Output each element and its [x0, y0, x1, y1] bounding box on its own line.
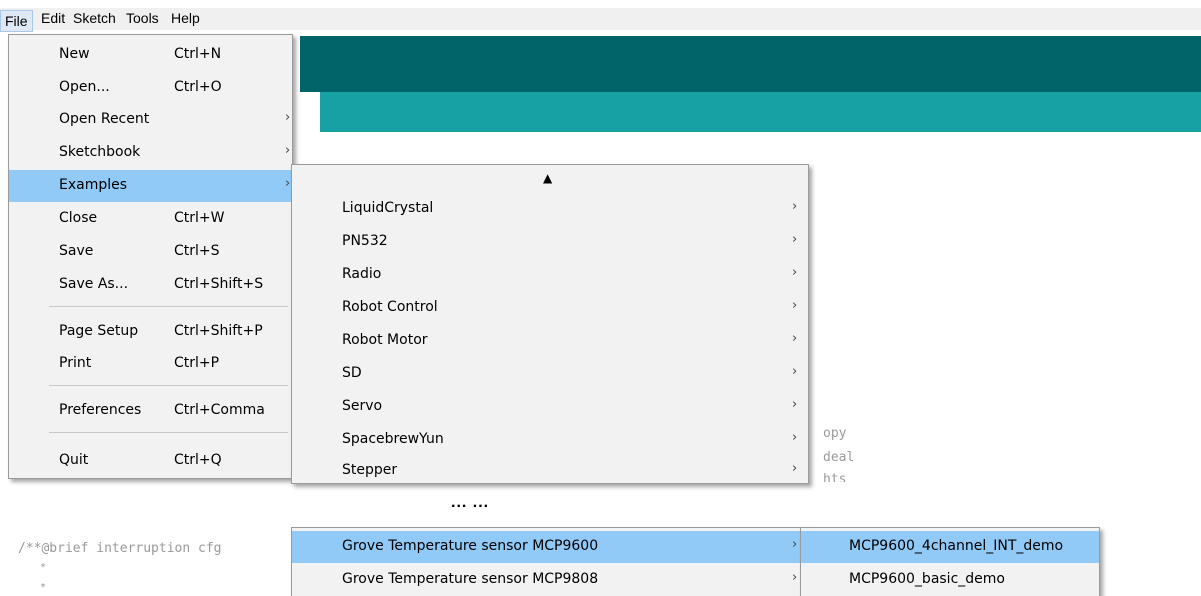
- chevron-right-icon: ›: [792, 537, 798, 552]
- menu-file[interactable]: File: [0, 10, 33, 32]
- menu-item-label: Examples: [59, 177, 128, 193]
- file-menu-page-setup[interactable]: Page Setup Ctrl+Shift+P: [9, 316, 292, 348]
- scroll-up-icon[interactable]: ▲: [543, 171, 552, 185]
- menu-item-label: Stepper: [342, 462, 398, 478]
- file-menu-close[interactable]: Close Ctrl+W: [9, 203, 292, 235]
- file-menu-sketchbook[interactable]: Sketchbook ›: [9, 137, 292, 169]
- menu-item-label: Radio: [342, 266, 382, 282]
- chevron-right-icon: ›: [792, 265, 798, 280]
- menu-item-label: Page Setup: [59, 323, 139, 339]
- menu-item-shortcut: Ctrl+S: [174, 243, 220, 259]
- menu-item-label: New: [59, 46, 90, 62]
- examples-item-servo[interactable]: Servo ›: [292, 391, 808, 423]
- chevron-right-icon: ›: [792, 199, 798, 214]
- menu-item-label: Save As...: [59, 276, 129, 292]
- menu-item-label: Robot Motor: [342, 332, 428, 348]
- code-fragment-1: opy: [823, 426, 847, 441]
- menu-item-shortcut: Ctrl+Shift+P: [174, 323, 263, 339]
- mcp9600-item-basic-demo[interactable]: MCP9600_basic_demo: [801, 564, 1099, 596]
- menu-file-label: File: [5, 13, 28, 29]
- examples-item-grove-mcp9600[interactable]: Grove Temperature sensor MCP9600 ›: [292, 531, 808, 563]
- examples-item-sd[interactable]: SD ›: [292, 358, 808, 390]
- menu-item-label: PN532: [342, 233, 388, 249]
- menu-separator: [49, 432, 288, 433]
- examples-submenu-lower: Grove Temperature sensor MCP9600 › Grove …: [291, 527, 809, 596]
- menu-item-shortcut: Ctrl+Shift+S: [174, 276, 264, 292]
- chevron-right-icon: ›: [792, 232, 798, 247]
- menu-separator: [49, 385, 288, 386]
- examples-item-liquidcrystal[interactable]: LiquidCrystal ›: [292, 193, 808, 225]
- menu-item-label: Robot Control: [342, 299, 438, 315]
- menu-sketch[interactable]: Sketch: [73, 10, 116, 26]
- examples-item-pn532[interactable]: PN532 ›: [292, 226, 808, 258]
- chevron-right-icon: ›: [792, 298, 798, 313]
- menu-item-label: SD: [342, 365, 362, 381]
- file-menu-open-recent[interactable]: Open Recent ›: [9, 104, 292, 136]
- file-menu-open[interactable]: Open... Ctrl+O: [9, 72, 292, 104]
- omission-ellipsis: ... ...: [451, 494, 490, 511]
- file-menu-print[interactable]: Print Ctrl+P: [9, 348, 292, 380]
- menu-item-label: Grove Temperature sensor MCP9808: [342, 571, 599, 587]
- file-menu-quit[interactable]: Quit Ctrl+Q: [9, 445, 292, 477]
- menu-item-label: Grove Temperature sensor MCP9600: [342, 538, 599, 554]
- menu-item-label: Sketchbook: [59, 144, 141, 160]
- menu-item-label: MCP9600_4channel_INT_demo: [849, 538, 1064, 554]
- code-fragment-2: deal: [823, 450, 855, 465]
- menu-item-label: Servo: [342, 398, 383, 414]
- menu-item-shortcut: Ctrl+Q: [174, 452, 222, 468]
- chevron-right-icon: ›: [285, 143, 291, 158]
- examples-item-robot-motor[interactable]: Robot Motor ›: [292, 325, 808, 357]
- chevron-right-icon: ›: [792, 364, 798, 379]
- chevron-right-icon: ›: [792, 461, 798, 476]
- menu-help[interactable]: Help: [171, 10, 200, 26]
- chevron-right-icon: ›: [792, 397, 798, 412]
- menu-item-label: Preferences: [59, 402, 142, 418]
- menu-item-label: Open...: [59, 79, 110, 95]
- menu-item-label: LiquidCrystal: [342, 200, 434, 216]
- code-star-line-2: *: [40, 582, 47, 593]
- file-menu-examples[interactable]: Examples ›: [9, 170, 292, 202]
- mcp9600-item-4channel-int-demo[interactable]: MCP9600_4channel_INT_demo: [801, 531, 1099, 563]
- menu-tools[interactable]: Tools: [126, 10, 159, 26]
- code-comment-line: /**@brief interruption cfg: [18, 541, 222, 556]
- examples-submenu: ▲ LiquidCrystal › PN532 › Radio › Robot Con…: [291, 164, 809, 484]
- menu-item-label: Open Recent: [59, 111, 150, 127]
- menu-item-label: SpacebrewYun: [342, 431, 444, 447]
- menu-item-label: Close: [59, 210, 98, 226]
- menu-item-label: Quit: [59, 452, 89, 468]
- code-fragment-3: hts: [823, 472, 847, 482]
- menu-bar: File Edit Sketch Tools Help: [0, 8, 1201, 32]
- examples-item-robot-control[interactable]: Robot Control ›: [292, 292, 808, 324]
- file-menu-preferences[interactable]: Preferences Ctrl+Comma: [9, 395, 292, 427]
- chevron-right-icon: ›: [792, 570, 798, 585]
- chevron-right-icon: ›: [285, 176, 291, 191]
- mcp9600-submenu: MCP9600_4channel_INT_demo MCP9600_basic_…: [800, 527, 1100, 596]
- menu-separator: [49, 306, 288, 307]
- menu-item-shortcut: Ctrl+Comma: [174, 402, 265, 418]
- menu-item-shortcut: Ctrl+N: [174, 46, 222, 62]
- examples-item-stepper[interactable]: Stepper ›: [292, 455, 808, 485]
- sketch-tab[interactable]: [300, 92, 320, 132]
- menu-item-shortcut: Ctrl+W: [174, 210, 225, 226]
- file-menu-save[interactable]: Save Ctrl+S: [9, 236, 292, 268]
- chevron-right-icon: ›: [792, 430, 798, 445]
- ide-tab-bar: [300, 92, 1201, 132]
- file-menu: New Ctrl+N Open... Ctrl+O Open Recent › Ske…: [8, 34, 293, 479]
- menu-item-shortcut: Ctrl+P: [174, 355, 220, 371]
- menu-edit[interactable]: Edit: [41, 10, 65, 26]
- file-menu-new[interactable]: New Ctrl+N: [9, 39, 292, 71]
- menu-item-label: Save: [59, 243, 94, 259]
- menu-item-label: MCP9600_basic_demo: [849, 571, 1005, 587]
- ide-toolbar: [300, 36, 1201, 92]
- chevron-right-icon: ›: [285, 110, 291, 125]
- code-star-line-1: *: [40, 562, 47, 573]
- examples-item-grove-mcp9808[interactable]: Grove Temperature sensor MCP9808 ›: [292, 564, 808, 596]
- menu-item-shortcut: Ctrl+O: [174, 79, 222, 95]
- file-menu-save-as[interactable]: Save As... Ctrl+Shift+S: [9, 269, 292, 301]
- chevron-right-icon: ›: [792, 331, 798, 346]
- menu-item-label: Print: [59, 355, 92, 371]
- examples-item-radio[interactable]: Radio ›: [292, 259, 808, 291]
- examples-item-spacebrewyun[interactable]: SpacebrewYun ›: [292, 424, 808, 456]
